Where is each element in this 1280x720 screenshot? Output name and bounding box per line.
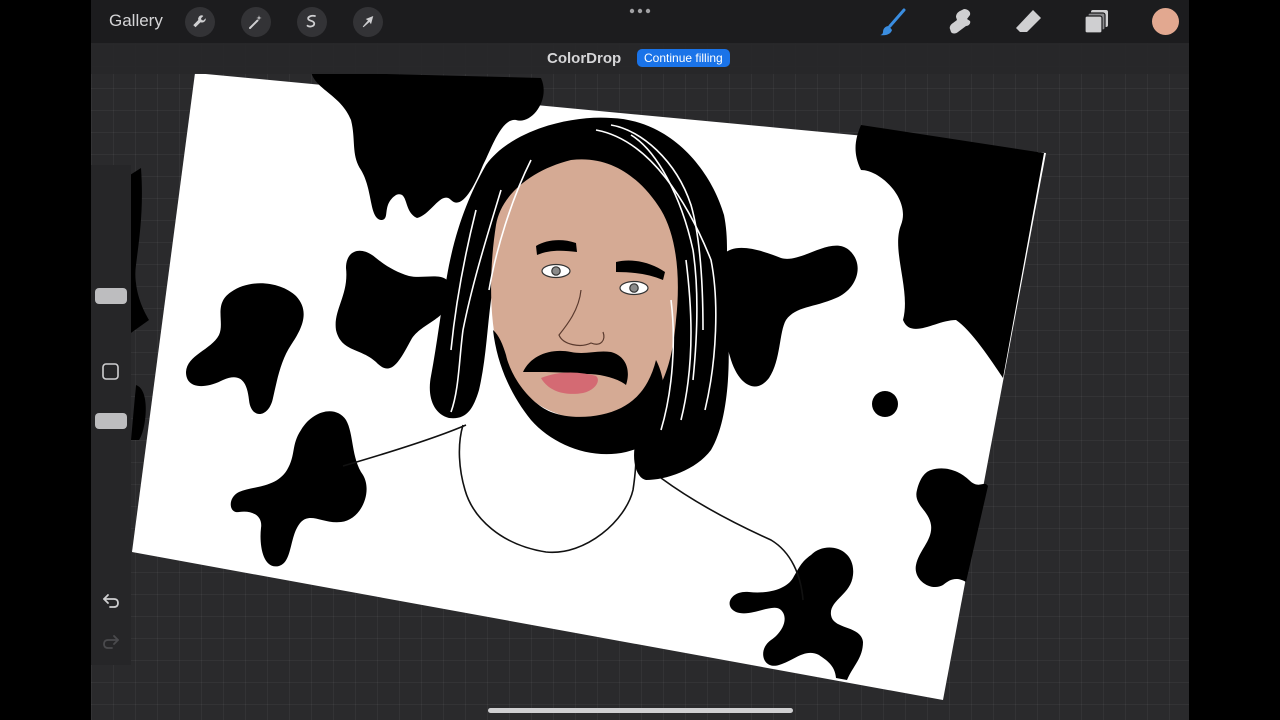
brush-size-slider[interactable] [95,288,127,304]
gallery-button[interactable]: Gallery [109,11,163,31]
layers-icon[interactable] [1080,5,1114,39]
magic-wand-icon [249,15,262,29]
app-frame: Gallery ColorDrop Continue filling [91,0,1189,720]
wrench-icon [193,15,206,28]
home-indicator[interactable] [488,708,793,713]
opacity-slider[interactable] [95,413,127,429]
smudge-icon[interactable] [944,5,978,39]
selection-icon [306,14,316,28]
transform-arrow-icon [362,16,374,28]
more-options-icon[interactable] [628,4,652,18]
redo-icon[interactable] [100,630,122,652]
undo-icon[interactable] [100,589,122,611]
brush-icon[interactable] [877,5,911,39]
continue-filling-button[interactable]: Continue filling [637,49,730,67]
eraser-icon[interactable] [1012,5,1046,39]
left-sidebar [91,165,131,665]
adjustments-button[interactable] [241,7,271,37]
selection-button[interactable] [297,7,327,37]
modify-button[interactable] [100,361,122,383]
drawing-canvas[interactable] [91,0,1189,720]
colordrop-title: ColorDrop [547,50,622,67]
actions-button[interactable] [185,7,215,37]
transform-button[interactable] [353,7,383,37]
top-toolbar: Gallery [91,0,1189,43]
current-color-swatch[interactable] [1152,8,1179,35]
